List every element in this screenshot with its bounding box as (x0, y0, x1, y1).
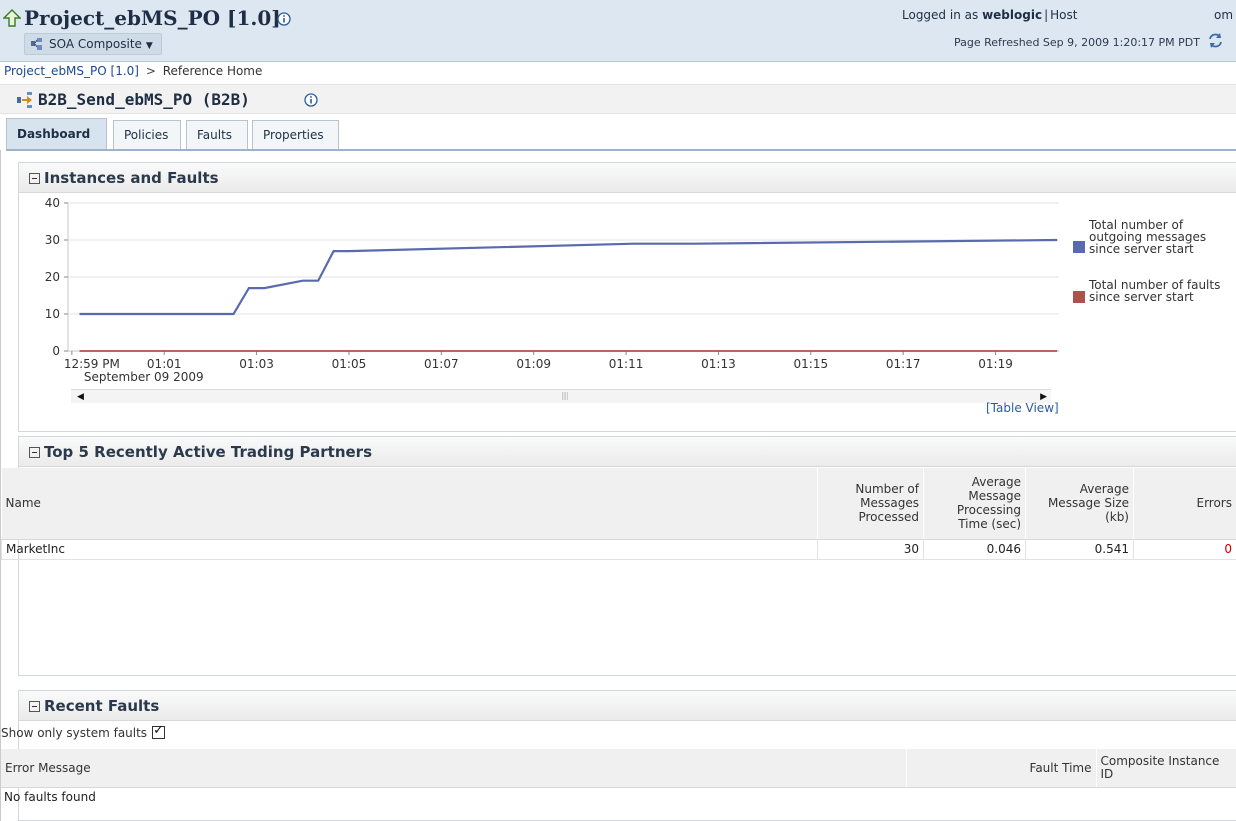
tab-policies[interactable]: Policies (113, 120, 181, 150)
empty-row: No faults found (1, 787, 1236, 807)
panel-title: Top 5 Recently Active Trading Partners (44, 443, 373, 461)
column-header-error-message[interactable]: Error Message (1, 749, 907, 788)
tab-properties[interactable]: Properties (252, 120, 339, 150)
y-tick-label: 10 (45, 307, 60, 321)
chevron-down-icon: ▼ (145, 41, 153, 51)
y-tick-label: 0 (52, 344, 60, 358)
recent-faults-panel: Recent Faults Show only system faults Er… (1, 690, 1236, 821)
x-tick-label: 01:17 (886, 357, 921, 371)
soa-composite-menu-button[interactable]: SOA Composite ▼ (24, 33, 162, 55)
legend-label: Total number of outgoing messages since … (1089, 218, 1207, 256)
menu-label: SOA Composite (49, 37, 142, 51)
info-icon[interactable] (304, 93, 318, 107)
table-view-link[interactable]: [Table View] (986, 401, 1059, 415)
trading-partners-panel: Top 5 Recently Active Trading Partners N… (1, 436, 1236, 676)
y-tick-label: 20 (45, 270, 60, 284)
table-row[interactable]: MarketInc 30 0.046 0.541 0 (1, 538, 1236, 560)
instances-faults-panel: Instances and Faults 0 10 20 30 40 12:59 PM 01… (18, 162, 1236, 432)
column-header-avg-size[interactable]: Average Message Size (kb) (1025, 468, 1134, 540)
legend-swatch (1073, 241, 1085, 253)
breadcrumb-link-project[interactable]: Project_ebMS_PO [1.0] (4, 64, 139, 78)
legend-label: Total number of faults since server star… (1089, 278, 1221, 304)
panel-header: Instances and Faults (19, 163, 1236, 193)
x-tick-label: 01:19 (978, 357, 1013, 371)
x-sub-label: September 09 2009 (84, 370, 204, 384)
chart-horizontal-scrollbar[interactable]: ◀ |||| ▶ (71, 389, 1051, 403)
column-header-errors[interactable]: Errors (1133, 468, 1236, 540)
tab-dashboard[interactable]: Dashboard (6, 118, 107, 150)
legend-item: Total number of outgoing messages since … (1071, 219, 1231, 279)
show-system-faults-label: Show only system faults (1, 726, 148, 740)
info-icon[interactable] (277, 12, 291, 26)
y-tick-label: 30 (45, 233, 60, 247)
x-tick-label: 01:09 (516, 357, 551, 371)
x-tick-label: 01:07 (424, 357, 459, 371)
x-tick-label: 01:13 (701, 357, 736, 371)
tab-faults[interactable]: Faults (186, 120, 248, 150)
avg-size-cell: 0.541 (1025, 538, 1134, 560)
refresh-icon[interactable] (1207, 32, 1224, 49)
messages-cell: 30 (817, 538, 924, 560)
header-separator: | (1044, 8, 1049, 22)
collapse-icon[interactable] (29, 701, 40, 712)
x-tick-label: 01:03 (239, 357, 274, 371)
column-header-fault-time[interactable]: Fault Time (906, 749, 1097, 788)
x-tick-label: 01:05 (332, 357, 367, 371)
y-tick-label: 40 (45, 196, 60, 210)
panel-title: Recent Faults (44, 697, 160, 715)
scrollbar-thumb[interactable]: |||| (561, 391, 569, 400)
column-header-name[interactable]: Name (1, 468, 818, 540)
errors-cell: 0 (1133, 538, 1236, 560)
host-value: om (1214, 8, 1234, 22)
composite-icon (31, 38, 42, 50)
app-title: Project_ebMS_PO [1.0] (24, 6, 281, 30)
partners-table-container: Name Number of Messages Processed Averag… (1, 468, 1236, 560)
chart-legend: Total number of outgoing messages since … (1071, 219, 1231, 303)
column-header-avg-time[interactable]: Average Message Processing Time (sec) (923, 468, 1026, 540)
host-label: Host (1050, 8, 1078, 22)
partner-name-cell: MarketInc (1, 538, 818, 560)
b2b-reference-icon (17, 92, 32, 108)
breadcrumb-current: Reference Home (162, 64, 263, 78)
trading-partners-table: Name Number of Messages Processed Averag… (1, 468, 1236, 560)
page-title-bar: B2B_Send_ebMS_PO (B2B) (0, 84, 1236, 114)
show-system-faults-checkbox[interactable] (152, 723, 166, 739)
up-arrow-icon[interactable] (3, 9, 21, 27)
column-header-messages[interactable]: Number of Messages Processed (817, 468, 924, 540)
legend-swatch (1073, 291, 1085, 303)
recent-faults-table: Error Message Fault Time Composite Insta… (1, 749, 1236, 807)
page-title: B2B_Send_ebMS_PO (B2B) (38, 90, 250, 109)
app-header: Project_ebMS_PO [1.0] SOA Composite ▼ Log… (0, 0, 1236, 62)
panel-title: Instances and Faults (44, 169, 219, 187)
collapse-icon[interactable] (29, 173, 40, 184)
x-tick-label: 12:59 PM (64, 357, 120, 371)
show-system-faults-option: Show only system faults (1, 723, 166, 740)
collapse-icon[interactable] (29, 447, 40, 458)
no-faults-text: No faults found (4, 790, 96, 805)
panel-header: Top 5 Recently Active Trading Partners (19, 437, 1236, 467)
instances-faults-chart: 0 10 20 30 40 12:59 PM 01:01 01:03 01:05 01:07 01:… (45, 196, 1059, 384)
x-tick-label: 01:11 (609, 357, 644, 371)
breadcrumb: Project_ebMS_PO [1.0] > Reference Home (4, 64, 262, 78)
breadcrumb-separator: > (145, 64, 156, 78)
panel-header: Recent Faults (19, 691, 1236, 721)
legend-item: Total number of faults since server star… (1071, 279, 1231, 303)
avg-time-cell: 0.046 (923, 538, 1026, 560)
x-tick-label: 01:15 (794, 357, 829, 371)
logged-in-prefix: Logged in as (902, 8, 979, 22)
user-name[interactable]: weblogic (982, 8, 1042, 22)
logged-in-info: Logged in as weblogic | Host (902, 8, 1077, 22)
x-tick-label: 01:01 (147, 357, 182, 371)
column-header-composite-instance-id[interactable]: Composite Instance ID (1096, 749, 1236, 788)
scroll-left-icon[interactable]: ◀ (77, 392, 84, 402)
page-refreshed-text: Page Refreshed Sep 9, 2009 1:20:17 PM PD… (954, 36, 1200, 49)
tab-divider (6, 149, 1236, 151)
